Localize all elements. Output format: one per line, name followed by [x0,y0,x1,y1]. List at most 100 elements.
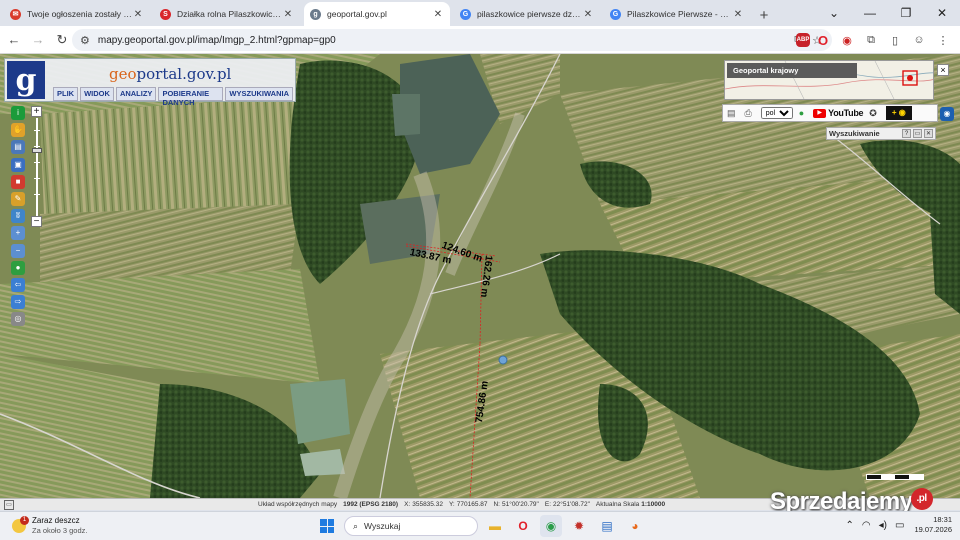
zoom-out-icon[interactable]: − [11,243,25,258]
scale-value: 1:10000 [641,501,666,508]
close-tab-icon[interactable]: ✕ [132,9,144,20]
zoom-tick [34,146,40,147]
site-info-icon[interactable]: ⚙ [80,34,90,47]
zoom-rail[interactable] [36,118,38,216]
new-tab-button[interactable]: + [754,4,774,26]
window-controls: ⌄ — ❐ ✕ [816,0,960,26]
status-toggle-icon[interactable]: ▭ [4,499,14,510]
overview-title: Geoportal krajowy [727,63,857,78]
back-button[interactable]: ← [2,28,26,52]
full-extent-globe-icon[interactable]: ● [11,260,25,275]
accessibility-icon[interactable]: ✪ [869,108,877,119]
file-explorer-icon[interactable]: ▬ [484,515,506,537]
menu-widok[interactable]: WIDOK [80,87,114,101]
overview-map[interactable]: Geoportal krajowy [724,60,934,100]
extensions-puzzle-icon[interactable]: ⧉ [860,29,882,51]
opera-taskbar-icon[interactable]: O [512,515,534,537]
overview-close-icon[interactable]: × [937,64,949,76]
menu-plik[interactable]: PLIK [53,87,79,101]
google-favicon-icon: G [610,8,621,20]
menu-kebab-icon[interactable]: ⋮ [932,29,954,51]
opera-addon-icon[interactable]: ◉ [836,29,858,51]
tray-chevron-icon[interactable]: ⌃ [846,520,854,531]
chrome-icon[interactable]: ◉ [540,515,562,537]
crs-label: Układ współrzędnych mapy [258,501,338,508]
zoom-slider[interactable]: + − [31,106,43,228]
legend-icon[interactable]: ▤ [11,140,25,155]
map-viewport[interactable]: g geoportal.gov.pl PLIK WIDOK ANALIZY PO… [0,54,960,498]
adblock-plus-icon[interactable]: ABP [796,33,810,47]
firefox-icon[interactable]: ◕ [624,515,646,537]
address-bar[interactable]: ⚙ mapy.geoportal.gov.pl/imap/Imgp_2.html… [72,29,832,51]
zoom-tick [34,194,40,195]
weather-title: Zaraz deszcz [32,516,80,525]
settings-gear-icon[interactable]: ✹ [568,515,590,537]
reload-button[interactable]: ↻ [50,28,74,52]
menu-wyszukiwania[interactable]: WYSZUKIWANIA [225,87,293,101]
url-text[interactable]: mapy.geoportal.gov.pl/imap/Imgp_2.html?g… [98,35,794,46]
wifi-icon[interactable]: ◠ [862,520,871,531]
tab-4[interactable]: G Pilaszkowice Pierwsze - Szukaj ✕ [604,2,750,26]
restore-button[interactable]: ❐ [888,0,924,26]
volume-icon[interactable]: ◂) [879,520,887,531]
zoom-tick [34,130,40,131]
weather-widget[interactable]: 1 Zaraz deszcz Za około 3 godz. [12,515,87,535]
pan-hand-icon[interactable]: ✋ [11,123,25,138]
map-tool-column: i ✋ ▤ ▣ ■ ✎ ʬ + − ● ⇦ ⇨ ◎ [9,106,27,329]
start-windows-icon[interactable] [320,519,334,533]
language-select[interactable]: pol [760,107,793,119]
tab-3[interactable]: G pilaszkowice pierwsze działka 8 ✕ [454,2,600,26]
maximize-icon[interactable]: ▭ [913,129,922,138]
layers-icon[interactable]: ▣ [11,157,25,172]
menu-pobieranie-danych[interactable]: POBIERANIE DANYCH [158,87,224,107]
tab-0[interactable]: ✉ Twoje ogłoszenia zostały przedł ✕ [4,2,150,26]
close-tab-icon[interactable]: ✕ [282,9,294,20]
tab-search-icon[interactable]: ⌄ [816,0,852,26]
zoom-minus-button[interactable]: − [31,216,42,227]
search-panel-header[interactable]: Wyszukiwanie ? ▭ ✕ [826,127,936,140]
opera-icon[interactable]: O [812,29,834,51]
tab-title: Twoje ogłoszenia zostały przedł [27,9,132,19]
youtube-link[interactable]: ▶ YouTube [813,108,864,118]
battery-icon[interactable]: ▭ [895,520,904,531]
select-area-icon[interactable]: ■ [11,174,25,189]
taskbar-search[interactable]: ⌕ Wyszukaj [344,516,478,536]
close-tab-icon[interactable]: ✕ [432,9,444,20]
info-tool-icon[interactable]: i [11,106,25,120]
print-icon[interactable]: ⎙ [745,108,752,119]
book-icon[interactable]: ▤ [727,108,736,119]
crs-value: 1992 (EPSG 2180) [343,501,399,508]
previous-view-icon[interactable]: ⇦ [11,277,25,292]
help-icon[interactable]: ? [902,129,911,138]
close-tab-icon[interactable]: ✕ [732,9,744,20]
word-document-icon[interactable]: ▤ [596,515,618,537]
side-panel-icon[interactable]: ▯ [884,29,906,51]
notification-badge: 1 [20,515,29,525]
tab-2-active[interactable]: g geoportal.gov.pl ✕ [304,2,450,26]
geoportal-icon-row: ▤ ⎙ pol ● ▶ YouTube ✪ + ◉ [722,104,938,122]
clock[interactable]: 18:31 19.07.2026 [914,515,952,535]
high-contrast-eye-icon[interactable]: + ◉ [885,106,912,120]
profile-avatar-icon[interactable]: ☺ [908,29,930,51]
close-window-button[interactable]: ✕ [924,0,960,26]
zoom-plus-button[interactable]: + [31,106,42,117]
next-view-icon[interactable]: ⇨ [11,295,25,310]
globe-icon[interactable]: ● [799,108,804,118]
menu-analizy[interactable]: ANALIZY [115,87,157,101]
close-tab-icon[interactable]: ✕ [582,9,594,20]
eye-icon[interactable]: ◉ [940,107,954,121]
search-panel-title: Wyszukiwanie [829,129,880,138]
measure-ruler-icon[interactable]: ʬ [11,209,25,224]
minimize-button[interactable]: — [852,0,888,26]
zoom-tick [34,178,40,179]
zoom-knob[interactable] [32,148,42,153]
tab-1[interactable]: S Działka rolna Pilaszkowice Pierws ✕ [154,2,300,26]
taskbar-center: ⌕ Wyszukaj ▬ O ◉ ✹ ▤ ◕ [320,515,646,537]
locate-icon[interactable]: ◎ [11,312,25,327]
forward-button[interactable]: → [26,28,50,52]
x-value: 355835.32 [412,501,443,508]
draw-pencil-icon[interactable]: ✎ [11,191,25,206]
close-icon[interactable]: ✕ [924,129,933,138]
scale-bar [866,474,924,480]
zoom-in-icon[interactable]: + [11,226,25,241]
